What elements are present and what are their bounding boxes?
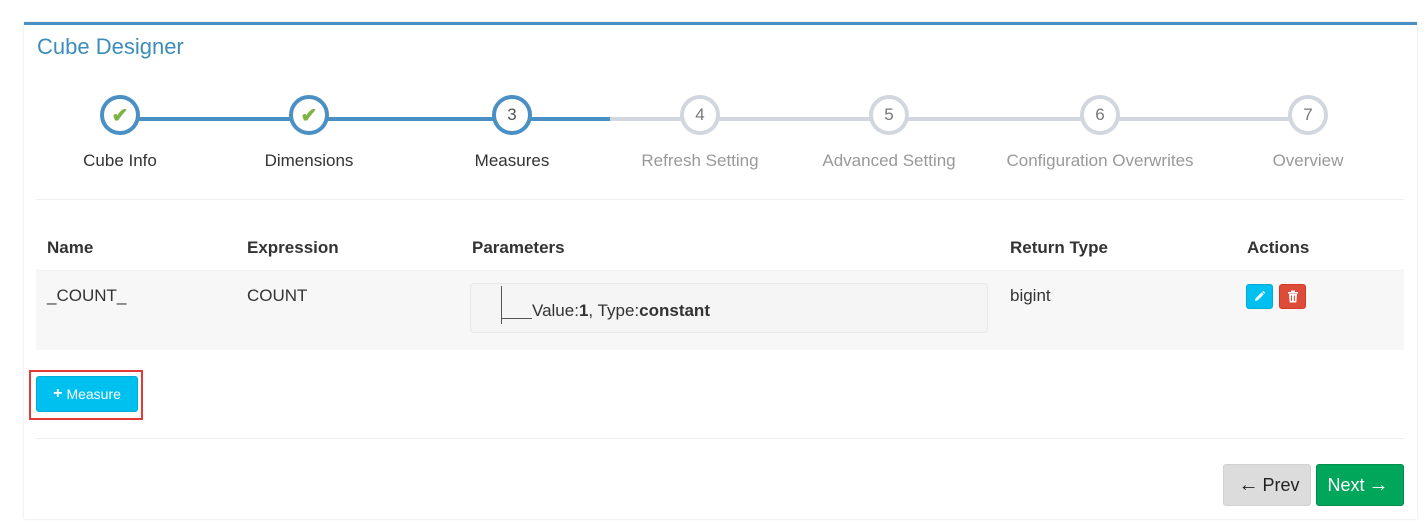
step-4-label[interactable]: Refresh Setting [641,151,758,171]
step-6-circle[interactable]: 6 [1080,95,1120,135]
check-icon: ✔ [300,104,318,127]
plus-icon: + [53,385,63,402]
table-row: _COUNT_ COUNT Value:1, Type:constant big… [36,271,1404,350]
column-expression: Expression [247,238,339,257]
pencil-icon [1255,290,1266,301]
wizard-progress-done [120,117,610,121]
divider [36,438,1404,439]
step-3-circle[interactable]: 3 [492,95,532,135]
next-button[interactable]: Next → [1316,464,1404,506]
wizard-steps: ✔ ✔ 3 4 5 6 7 Cube Info Dimensions Measu… [0,0,1425,200]
trash-icon [1287,290,1298,303]
step-7-circle[interactable]: 7 [1288,95,1328,135]
column-actions: Actions [1247,238,1310,257]
parameter-text: Value:1, Type:constant [532,301,710,320]
step-1-circle[interactable]: ✔ [100,95,140,135]
step-3-label[interactable]: Measures [475,151,550,171]
arrow-right-icon: → [1368,473,1389,496]
parameters-tree: Value:1, Type:constant [470,283,988,333]
step-6-label[interactable]: Configuration Overwrites [1006,151,1193,171]
step-5-label[interactable]: Advanced Setting [822,151,955,171]
prev-label: Prev [1262,474,1300,495]
check-icon: ✔ [111,104,129,127]
step-1-label[interactable]: Cube Info [83,151,157,171]
measure-expression: COUNT [247,286,308,305]
tree-branch [502,318,532,319]
prev-button[interactable]: ← Prev [1223,464,1311,506]
add-measure-button[interactable]: + Measure [36,376,138,412]
measures-table-header: Name Expression Parameters Return Type A… [36,225,1404,272]
arrow-left-icon: ← [1238,473,1259,496]
measure-name: _COUNT_ [47,286,127,305]
step-2-label[interactable]: Dimensions [265,151,354,171]
return-type: bigint [1010,286,1051,305]
step-5-circle[interactable]: 5 [869,95,909,135]
next-label: Next [1327,474,1365,495]
add-measure-label: Measure [66,386,121,402]
step-4-circle[interactable]: 4 [680,95,720,135]
delete-measure-button[interactable] [1279,284,1306,309]
step-7-label[interactable]: Overview [1273,151,1344,171]
divider [36,199,1404,200]
edit-measure-button[interactable] [1246,284,1273,309]
column-name: Name [47,238,94,257]
column-return-type: Return Type [1010,238,1108,257]
step-2-circle[interactable]: ✔ [289,95,329,135]
column-parameters: Parameters [472,238,565,257]
